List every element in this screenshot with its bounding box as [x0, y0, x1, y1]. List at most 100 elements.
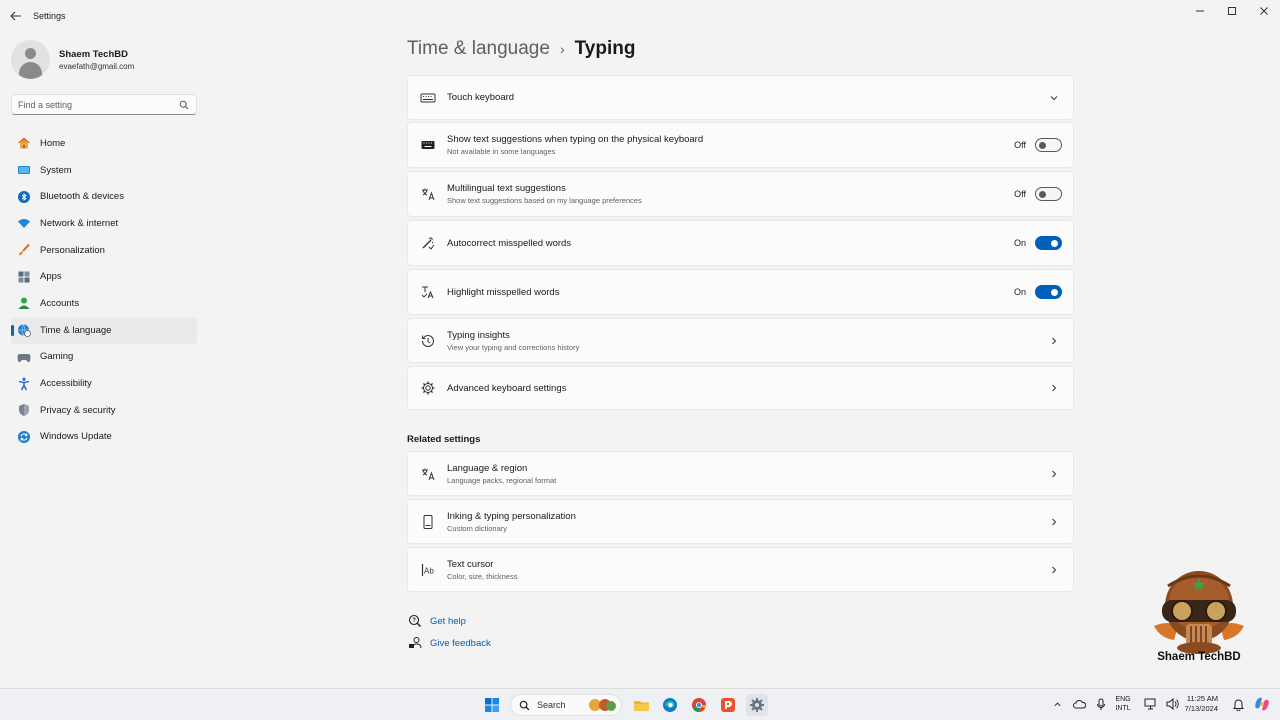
apps-icon	[17, 270, 31, 284]
chevron-right-icon	[1048, 516, 1060, 528]
search-icon	[519, 700, 530, 710]
system-icon	[17, 163, 31, 177]
give-feedback-link[interactable]: Give feedback	[408, 636, 491, 650]
toggle-state-label: On	[1013, 287, 1026, 297]
search-highlight-icon	[589, 699, 616, 711]
sidebar-item-personalization[interactable]: Personalization	[11, 237, 197, 264]
multilingual-icon	[420, 186, 436, 202]
get-help-link[interactable]: ? Get help	[408, 614, 466, 628]
input-language-indicator[interactable]: ENG INTL	[1115, 695, 1130, 713]
card-subtitle: Custom dictionary	[447, 523, 508, 533]
monitor-network-icon	[1144, 698, 1156, 710]
network-tray-icon[interactable]	[1143, 693, 1159, 715]
chrome-button[interactable]	[688, 694, 710, 716]
chevron-right-icon	[1048, 468, 1060, 480]
sidebar-item-apps[interactable]: Apps	[11, 263, 197, 290]
touch-keyboard-icon	[420, 90, 436, 106]
card-subtitle: Color, size, thickness	[447, 571, 518, 581]
accounts-icon	[17, 296, 31, 310]
user-profile[interactable]: Shaem TechBD evaefath@gmail.com	[11, 40, 134, 79]
advanced-keyboard-card[interactable]: Advanced keyboard settings	[407, 366, 1074, 410]
close-icon	[1260, 7, 1268, 15]
recorder-app-button[interactable]	[717, 694, 739, 716]
gear-icon	[420, 380, 436, 396]
card-title: Text cursor	[447, 558, 494, 570]
profile-email: evaefath@gmail.com	[59, 61, 135, 71]
page-title: Typing	[574, 38, 636, 59]
chrome-icon	[692, 698, 707, 713]
close-button[interactable]	[1248, 0, 1280, 22]
autocorrect-toggle[interactable]	[1035, 236, 1062, 250]
breadcrumb-parent[interactable]: Time & language	[407, 38, 550, 60]
update-icon	[17, 430, 31, 444]
system-clock[interactable]: 11:25 AM 7/13/2024	[1185, 694, 1218, 714]
sidebar-item-label: Personalization	[40, 244, 105, 256]
sidebar-item-system[interactable]: System	[11, 157, 197, 184]
multilingual-toggle[interactable]	[1035, 187, 1062, 201]
file-explorer-button[interactable]	[630, 694, 652, 716]
start-button[interactable]	[481, 694, 503, 716]
sidebar-item-windows-update[interactable]: Windows Update	[11, 424, 197, 451]
sidebar-item-accounts[interactable]: Accounts	[11, 290, 197, 317]
sidebar-item-gaming[interactable]: Gaming	[11, 344, 197, 371]
highlight-toggle[interactable]	[1035, 285, 1062, 299]
language-region-card[interactable]: Language & region Language packs, region…	[407, 451, 1074, 496]
edge-button[interactable]	[659, 694, 681, 716]
profile-name: Shaem TechBD	[59, 48, 128, 60]
notifications-button[interactable]	[1230, 693, 1246, 715]
wifi-icon	[17, 216, 31, 230]
home-icon	[17, 136, 31, 150]
sidebar-item-label: Privacy & security	[40, 404, 116, 416]
sidebar-item-network[interactable]: Network & internet	[11, 210, 197, 237]
chevron-right-icon	[1048, 564, 1060, 576]
chevron-down-icon[interactable]	[1048, 92, 1060, 104]
sidebar-item-accessibility[interactable]: Accessibility	[11, 370, 197, 397]
sidebar-item-label: Gaming	[40, 351, 74, 363]
search-input[interactable]	[18, 99, 178, 110]
sidebar-item-label: Network & internet	[40, 217, 119, 229]
chevron-right-icon	[1048, 335, 1060, 347]
sidebar-item-time-language[interactable]: Time & language	[11, 316, 197, 344]
text-suggestions-toggle[interactable]	[1035, 138, 1062, 152]
copilot-button[interactable]	[1252, 693, 1272, 715]
show-hidden-icons-button[interactable]	[1049, 693, 1065, 715]
back-arrow-icon[interactable]	[9, 9, 23, 23]
sidebar-item-home[interactable]: Home	[11, 130, 197, 157]
card-subtitle: Language packs, regional format	[447, 475, 557, 485]
settings-app-button[interactable]	[746, 694, 768, 716]
inking-typing-card[interactable]: Inking & typing personalization Custom d…	[407, 499, 1074, 544]
bluetooth-icon	[17, 190, 31, 204]
text-cursor-icon: Ab	[420, 562, 436, 578]
title-bar: Settings	[0, 0, 1280, 32]
window-controls	[1184, 0, 1280, 22]
touch-keyboard-card[interactable]: Touch keyboard	[407, 75, 1074, 120]
keyboard-layout: INTL	[1115, 705, 1131, 712]
sidebar-item-bluetooth[interactable]: Bluetooth & devices	[11, 183, 197, 210]
sidebar-item-label: Apps	[40, 271, 62, 283]
settings-gear-icon	[750, 698, 764, 712]
sidebar-item-privacy[interactable]: Privacy & security	[11, 397, 197, 424]
history-icon	[420, 333, 436, 349]
typing-insights-card[interactable]: Typing insights View your typing and cor…	[407, 318, 1074, 363]
sidebar-item-label: Windows Update	[40, 431, 112, 443]
minimize-icon	[1196, 10, 1204, 12]
taskbar-search[interactable]: Search	[510, 694, 622, 716]
microphone-button[interactable]	[1093, 693, 1109, 715]
accessibility-icon	[17, 377, 31, 391]
sidebar-item-label: Bluetooth & devices	[40, 191, 124, 203]
volume-tray-icon[interactable]	[1165, 693, 1181, 715]
language-icon	[420, 466, 436, 482]
card-title: Advanced keyboard settings	[447, 382, 567, 394]
taskbar-search-label: Search	[537, 700, 566, 710]
minimize-button[interactable]	[1184, 0, 1216, 22]
autocorrect-card: Autocorrect misspelled words On	[407, 220, 1074, 266]
maximize-button[interactable]	[1216, 0, 1248, 22]
text-cursor-card[interactable]: Ab Text cursor Color, size, thickness	[407, 547, 1074, 592]
search-box[interactable]	[11, 94, 197, 115]
maximize-icon	[1228, 7, 1236, 15]
card-title: Autocorrect misspelled words	[447, 237, 572, 249]
highlight-text-icon	[420, 284, 436, 300]
gamepad-icon	[17, 350, 31, 364]
shield-icon	[17, 403, 31, 417]
onedrive-button[interactable]	[1071, 693, 1087, 715]
